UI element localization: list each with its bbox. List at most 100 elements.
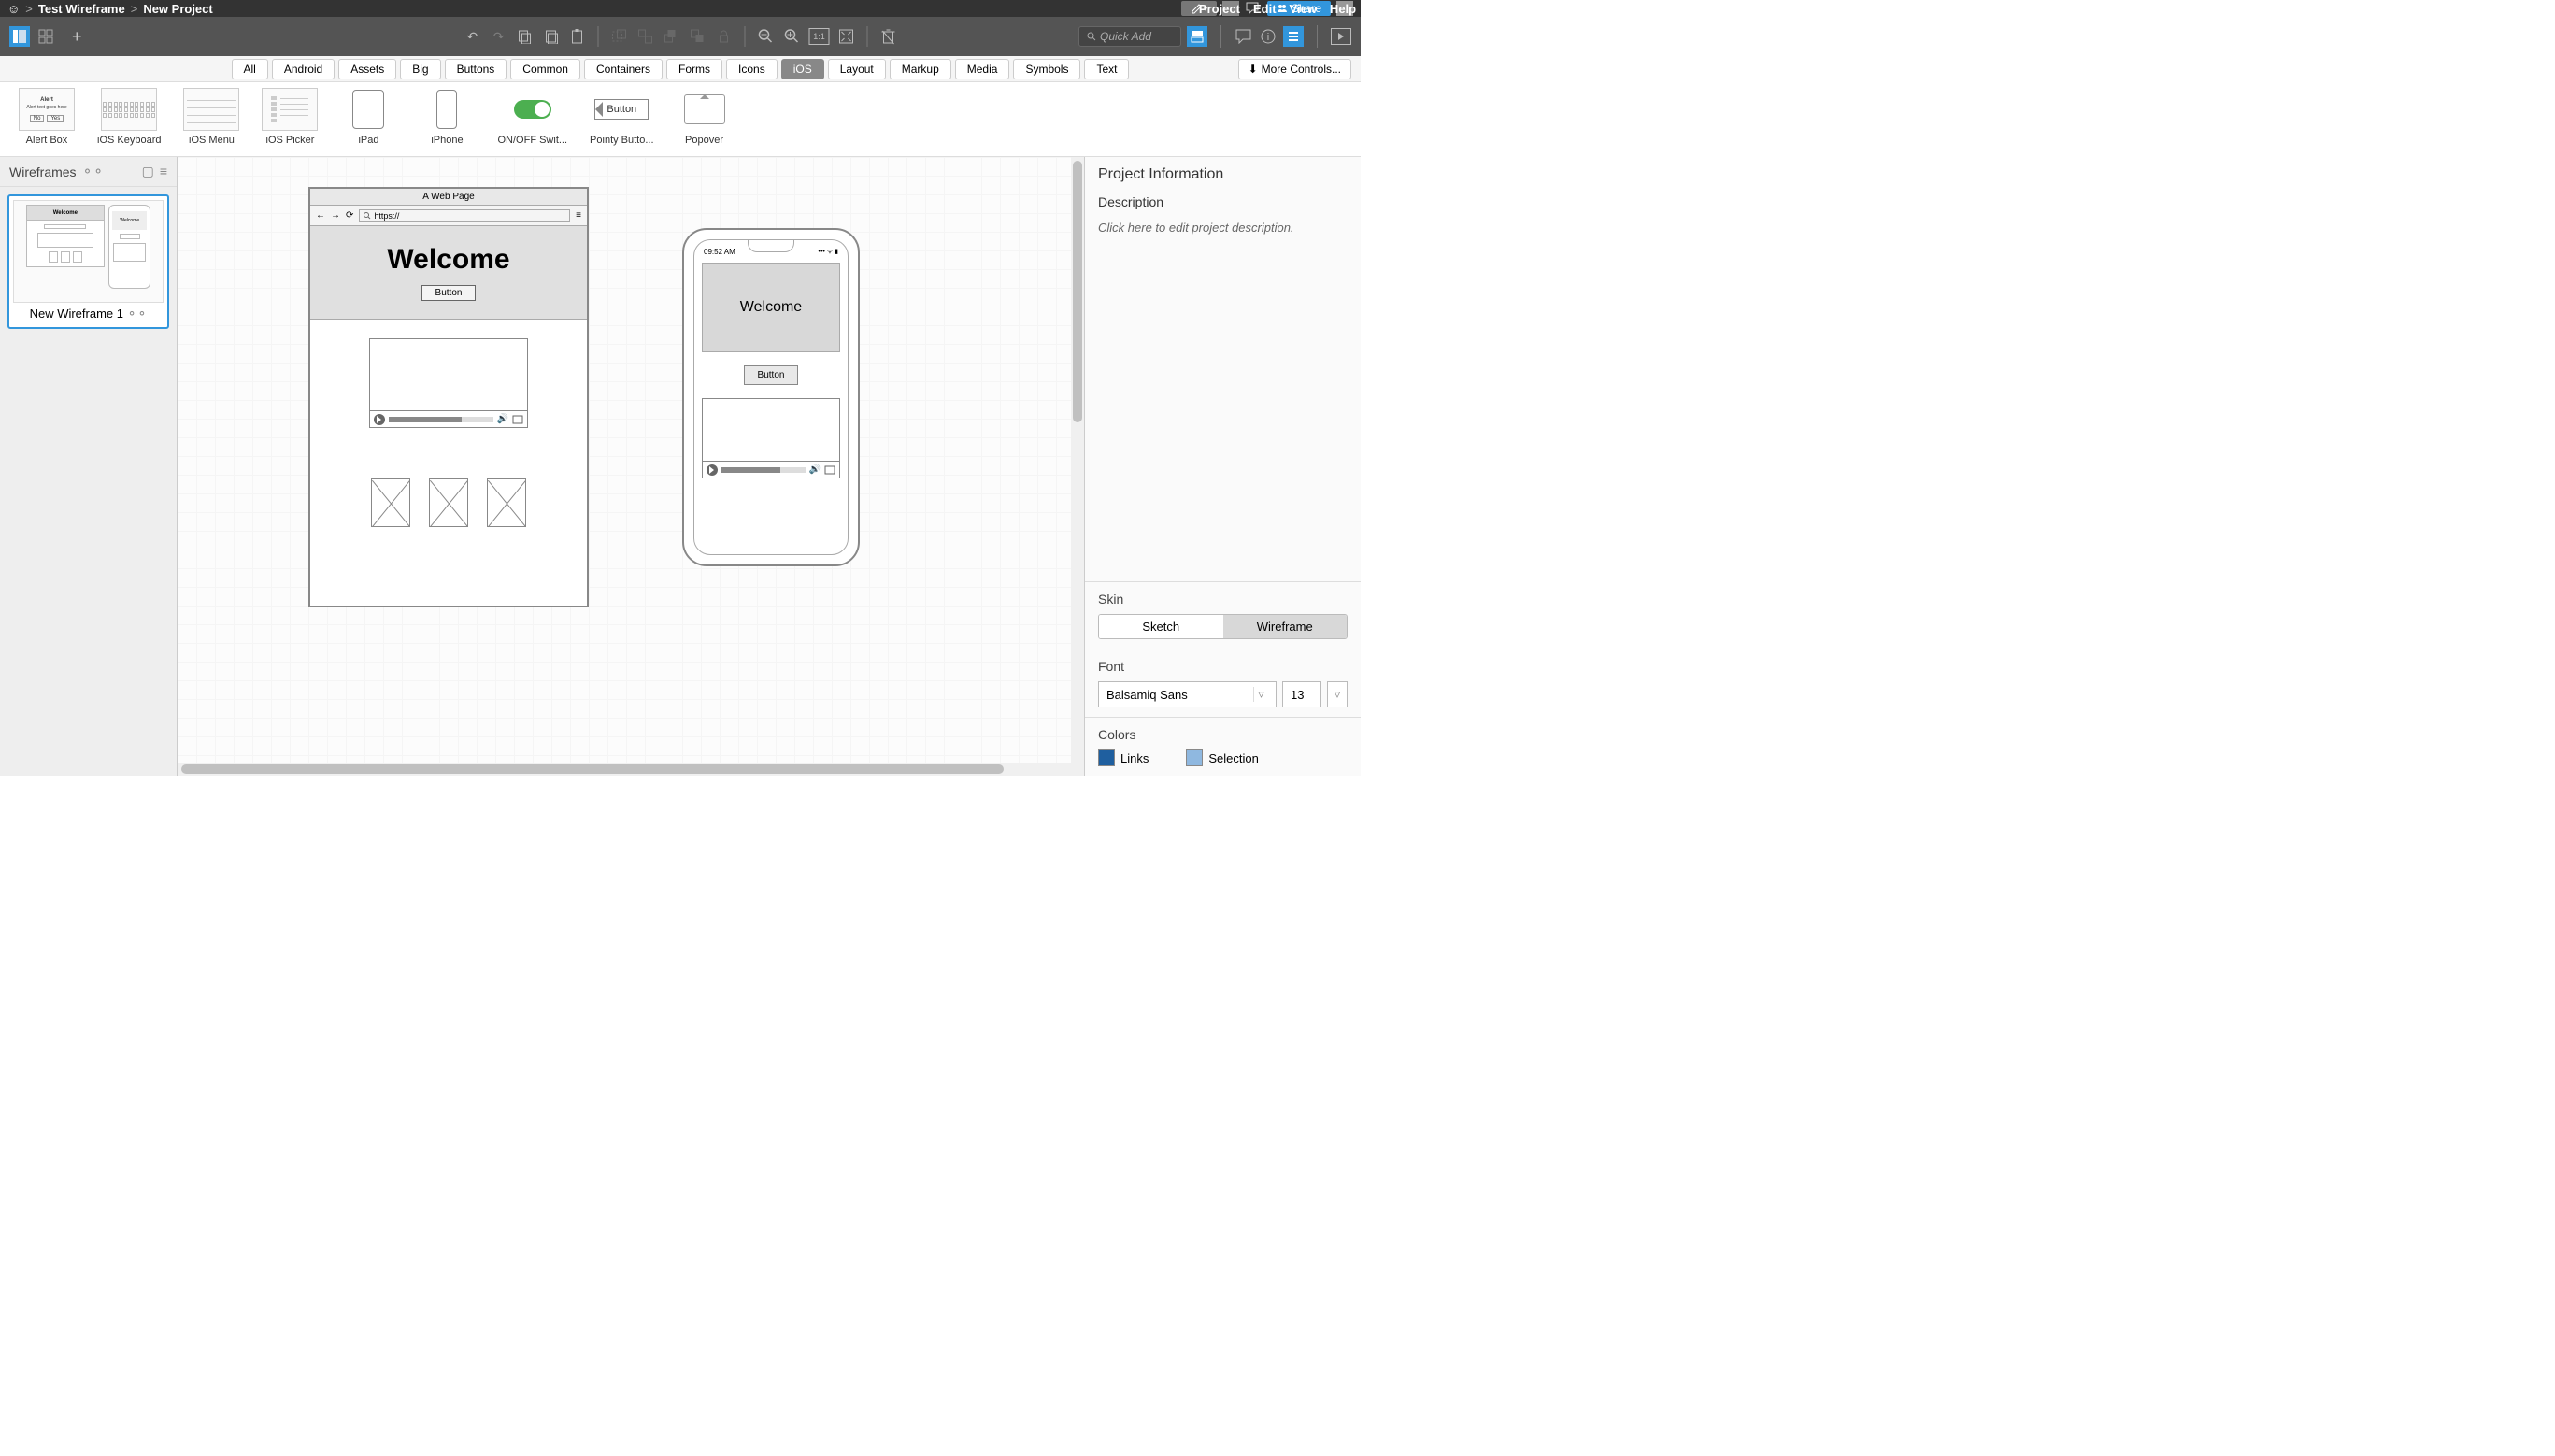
trash-icon[interactable] [879,27,898,46]
send-back-icon[interactable] [689,27,707,46]
more-controls-button[interactable]: ⬇ More Controls... [1238,59,1351,79]
category-tab-media[interactable]: Media [955,59,1010,79]
add-icon[interactable]: + [72,27,82,47]
library-toggle[interactable] [1187,26,1207,47]
category-tab-big[interactable]: Big [400,59,440,79]
zoom-in-icon[interactable] [783,27,802,46]
font-select[interactable]: Balsamiq Sans ▿ [1098,681,1277,707]
selection-label: Selection [1208,751,1258,765]
description-field[interactable]: Click here to edit project description. [1085,213,1361,242]
redo-icon[interactable]: ↷ [490,27,508,46]
browser-heading: Welcome [387,244,509,276]
group-icon[interactable] [610,27,629,46]
comments-icon[interactable] [1235,27,1253,46]
horizontal-scrollbar[interactable] [178,763,1071,776]
phone-media-player[interactable]: 🔊 [702,398,840,478]
component-iphone[interactable]: iPhone [419,88,475,146]
media-player[interactable]: 🔊 [369,338,528,428]
wireframe-thumbnail[interactable]: Welcome Welcome New Wireframe 1 ⚬⚬ [7,194,169,329]
component-ios-picker[interactable]: iOS Picker [262,88,318,146]
category-tab-layout[interactable]: Layout [828,59,886,79]
clipboard-icon[interactable] [568,27,587,46]
paste-icon[interactable] [542,27,561,46]
category-tab-markup[interactable]: Markup [890,59,951,79]
font-size-dropdown[interactable]: ▿ [1327,681,1348,707]
menu-icon: ≡ [576,210,581,221]
category-tab-assets[interactable]: Assets [338,59,396,79]
forward-icon: → [331,210,340,221]
category-bar: AllAndroidAssetsBigButtonsCommonContaine… [0,56,1361,82]
left-panel: Wireframes ⚬⚬ ▢ ≡ Welcome Welcome [0,157,178,776]
expand-icon[interactable]: ▢ [142,164,154,179]
image-placeholder[interactable] [371,478,410,527]
component-pointy-butto-[interactable]: ButtonPointy Butto... [590,88,653,146]
menu-edit[interactable]: Edit [1253,2,1277,16]
back-icon: ← [316,210,325,221]
skin-label: Skin [1098,592,1348,607]
thumb-tree-icon[interactable]: ⚬⚬ [127,307,148,321]
font-size-select[interactable]: 13 [1282,681,1321,707]
properties-toggle[interactable] [1283,26,1304,47]
menu-help[interactable]: Help [1330,2,1356,16]
lock-icon[interactable] [715,27,734,46]
font-label: Font [1098,659,1348,674]
category-tab-text[interactable]: Text [1084,59,1129,79]
ungroup-icon[interactable] [636,27,655,46]
image-placeholder[interactable] [487,478,526,527]
selection-color-swatch[interactable] [1186,749,1203,766]
volume-icon: 🔊 [497,414,508,424]
component-ios-keyboard[interactable]: iOS Keyboard [97,88,161,146]
list-icon[interactable]: ≡ [160,164,167,179]
browser-mockup[interactable]: A Web Page ← → ⟳ https:// ≡ Welcome Butt… [308,187,589,607]
smiley-icon[interactable]: ☺ [7,2,20,16]
zoom-actual-icon[interactable]: 1:1 [809,28,830,45]
component-on-off-swit-[interactable]: ON/OFF Swit... [497,88,567,146]
zoom-out-icon[interactable] [757,27,776,46]
wireframes-label: Wireframes [9,164,77,179]
menu-project[interactable]: Project [1199,2,1240,16]
category-tab-icons[interactable]: Icons [726,59,778,79]
category-tab-symbols[interactable]: Symbols [1013,59,1080,79]
component-ios-menu[interactable]: iOS Menu [183,88,239,146]
grid-view-toggle[interactable] [36,26,56,47]
svg-text:i: i [1267,32,1269,43]
menu-view[interactable]: View [1290,2,1317,16]
breadcrumb-page[interactable]: New Project [143,2,212,16]
quick-add-input[interactable]: Quick Add [1078,26,1181,47]
browser-button[interactable]: Button [421,285,477,301]
component-alert-box[interactable]: AlertAlert text goes hereNoYesAlert Box [19,88,75,146]
phone-button[interactable]: Button [744,365,799,385]
category-tab-containers[interactable]: Containers [584,59,663,79]
play-icon [707,464,718,476]
play-icon[interactable] [1331,28,1351,45]
links-label: Links [1120,751,1149,765]
breadcrumb: ☺ > Test Wireframe > New Project [7,2,213,16]
vertical-scrollbar[interactable] [1071,157,1084,776]
component-ipad[interactable]: iPad [340,88,396,146]
category-tab-forms[interactable]: Forms [666,59,722,79]
skin-sketch-option[interactable]: Sketch [1099,615,1223,638]
phone-mockup[interactable]: 09:52 AM ••• ᯤ ▮ Welcome Button 🔊 [682,228,860,566]
single-view-toggle[interactable] [9,26,30,47]
category-tab-common[interactable]: Common [510,59,580,79]
progress-bar [389,417,493,422]
tree-icon[interactable]: ⚬⚬ [82,164,104,179]
image-placeholder[interactable] [429,478,468,527]
chevron-down-icon: ▿ [1253,687,1268,702]
phone-time: 09:52 AM [704,248,735,256]
category-tab-android[interactable]: Android [272,59,335,79]
category-tab-buttons[interactable]: Buttons [445,59,507,79]
undo-icon[interactable]: ↶ [464,27,482,46]
colors-label: Colors [1098,727,1348,742]
category-tab-ios[interactable]: iOS [781,59,824,79]
links-color-swatch[interactable] [1098,749,1115,766]
component-popover[interactable]: Popover [677,88,733,146]
canvas[interactable]: A Web Page ← → ⟳ https:// ≡ Welcome Butt… [178,157,1084,776]
category-tab-all[interactable]: All [232,59,268,79]
bring-front-icon[interactable] [663,27,681,46]
breadcrumb-project[interactable]: Test Wireframe [38,2,125,16]
copy-icon[interactable] [516,27,535,46]
info-icon[interactable]: i [1259,27,1278,46]
skin-wireframe-option[interactable]: Wireframe [1223,615,1348,638]
zoom-fit-icon[interactable] [837,27,856,46]
